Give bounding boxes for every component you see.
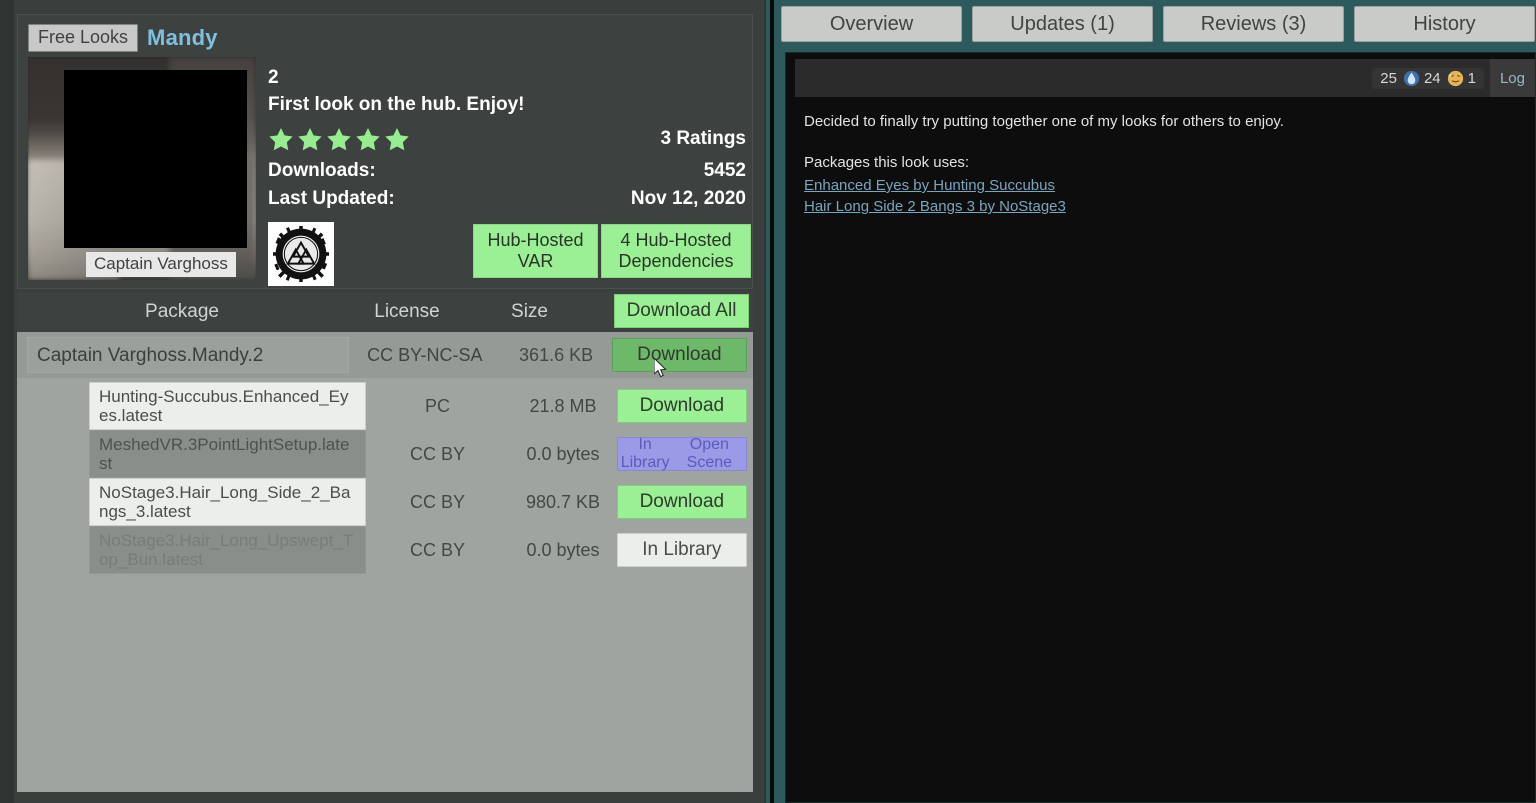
tab-history[interactable]: History: [1354, 6, 1535, 42]
last-updated-row: Last Updated: Nov 12, 2020: [268, 185, 746, 213]
overview-content-card: 25 24: [785, 52, 1536, 803]
package-name-field: NoStage3.Hair_Long_Side_2_Bangs_3.latest: [89, 478, 366, 526]
package-license: CC BY: [366, 444, 510, 465]
download-button[interactable]: Download: [617, 485, 747, 519]
package-license: CC BY: [366, 540, 510, 561]
table-row[interactable]: Captain Varghoss.Mandy.2 CC BY-NC-SA 361…: [17, 332, 753, 378]
package-table-header: Package License Size Download All: [17, 292, 753, 332]
log-button[interactable]: Log: [1490, 59, 1535, 97]
droplet-reaction[interactable]: 24: [1403, 70, 1441, 87]
package-size: 0.0 bytes: [509, 444, 616, 465]
package-summary-card: Free Looks Mandy Captain Varghoss 2 Firs…: [17, 14, 753, 289]
tab-reviews[interactable]: Reviews (3): [1163, 6, 1344, 42]
app-root: Free Looks Mandy Captain Varghoss 2 Firs…: [0, 0, 1536, 803]
rating-row: 3 Ratings: [268, 121, 746, 157]
hub-browser-panel: Overview Updates (1) Reviews (3) History…: [774, 0, 1536, 803]
thumbnail-author-label: Captain Varghoss: [86, 252, 236, 277]
package-thumbnail[interactable]: Captain Varghoss: [28, 57, 256, 280]
droplet-count: 24: [1424, 70, 1441, 87]
package-table-body: Captain Varghoss.Mandy.2 CC BY-NC-SA 361…: [17, 332, 753, 792]
star-icon: [326, 126, 352, 152]
thumbnail-censor-overlay: [64, 70, 247, 248]
star-icon: [384, 126, 410, 152]
download-button[interactable]: Download: [617, 389, 747, 423]
table-row[interactable]: NoStage3.Hair_Long_Upswept_Top_Bun.lates…: [17, 528, 753, 572]
last-updated-label: Last Updated:: [268, 188, 395, 210]
package-name-field: NoStage3.Hair_Long_Upswept_Top_Bun.lates…: [89, 526, 366, 574]
droplet-icon: [1403, 70, 1420, 87]
sweat-smile-emoji-icon: [1447, 70, 1464, 87]
downloads-label: Downloads:: [268, 160, 376, 182]
star-icon: [297, 126, 323, 152]
package-link[interactable]: Enhanced Eyes by Hunting Succubus: [804, 175, 1535, 196]
package-title-row: Free Looks Mandy: [28, 25, 218, 51]
package-name-field: Hunting-Succubus.Enhanced_Eyes.latest: [89, 382, 366, 430]
emoji-reaction[interactable]: 1: [1447, 70, 1476, 87]
total-reactions-count: 25: [1380, 70, 1397, 87]
hub-hosted-dependencies-badge[interactable]: 4 Hub-Hosted Dependencies: [601, 224, 751, 278]
package-version: 2: [268, 65, 746, 91]
hub-hosted-var-badge[interactable]: Hub-Hosted VAR: [473, 224, 598, 278]
valknut-gear-icon: [273, 226, 329, 282]
body-spacer: [804, 134, 1535, 152]
download-all-button[interactable]: Download All: [614, 294, 749, 328]
download-button[interactable]: Download: [612, 338, 747, 372]
reaction-counts: 25 24: [1372, 68, 1484, 89]
open-scene-label: Open Scene: [673, 436, 746, 472]
package-link[interactable]: Hair Long Side 2 Bangs 3 by NoStage3: [804, 196, 1535, 217]
package-license: CC BY-NC-SA: [349, 345, 500, 366]
creator-and-hub-badges: Hub-Hosted VAR 4 Hub-Hosted Dependencies: [268, 222, 746, 290]
column-header-package: Package: [17, 301, 347, 323]
table-row[interactable]: NoStage3.Hair_Long_Side_2_Bangs_3.latest…: [17, 480, 753, 524]
package-info: 2 First look on the hub. Enjoy! 3 Rating…: [268, 65, 746, 213]
open-scene-button[interactable]: In Library Open Scene: [617, 437, 747, 471]
emoji-count: 1: [1468, 70, 1476, 87]
package-size: 21.8 MB: [509, 396, 616, 417]
content-topbar: 25 24: [795, 59, 1535, 97]
category-chip[interactable]: Free Looks: [28, 24, 138, 52]
in-library-button[interactable]: In Library: [617, 533, 747, 567]
column-header-license: License: [347, 301, 467, 323]
tab-bar: Overview Updates (1) Reviews (3) History…: [774, 6, 1536, 42]
tab-updates[interactable]: Updates (1): [972, 6, 1153, 42]
package-license: CC BY: [366, 492, 510, 513]
package-detail-panel: Free Looks Mandy Captain Varghoss 2 Firs…: [0, 0, 770, 803]
creator-logo: [268, 222, 334, 286]
table-row[interactable]: Hunting-Succubus.Enhanced_Eyes.latest PC…: [17, 384, 753, 428]
packages-used-heading: Packages this look uses:: [804, 152, 1535, 173]
star-icon: [268, 126, 294, 152]
column-header-size: Size: [467, 301, 592, 323]
downloads-value: 5452: [704, 160, 746, 182]
package-size: 0.0 bytes: [509, 540, 616, 561]
last-updated-value: Nov 12, 2020: [631, 188, 746, 210]
downloads-row: Downloads: 5452: [268, 157, 746, 185]
package-size: 980.7 KB: [509, 492, 616, 513]
overview-body: Decided to finally try putting together …: [795, 99, 1535, 217]
package-name-field: MeshedVR.3PointLightSetup.latest: [89, 430, 366, 478]
page-title: Mandy: [147, 25, 218, 51]
package-detail-inner: Free Looks Mandy Captain Varghoss 2 Firs…: [14, 0, 764, 803]
overview-intro-text: Decided to finally try putting together …: [804, 111, 1535, 132]
star-icon: [355, 126, 381, 152]
package-size: 361.6 KB: [500, 345, 611, 366]
rating-stars: [268, 126, 410, 152]
table-row[interactable]: MeshedVR.3PointLightSetup.latest CC BY 0…: [17, 432, 753, 476]
tab-overview[interactable]: Overview: [781, 6, 962, 42]
ratings-count: 3 Ratings: [660, 128, 746, 150]
package-name-field: Captain Varghoss.Mandy.2: [27, 337, 349, 373]
package-tagline: First look on the hub. Enjoy!: [268, 91, 746, 119]
in-library-label: In Library: [618, 436, 673, 472]
hub-badge-group: Hub-Hosted VAR 4 Hub-Hosted Dependencies: [473, 224, 751, 278]
package-license: PC: [366, 396, 510, 417]
